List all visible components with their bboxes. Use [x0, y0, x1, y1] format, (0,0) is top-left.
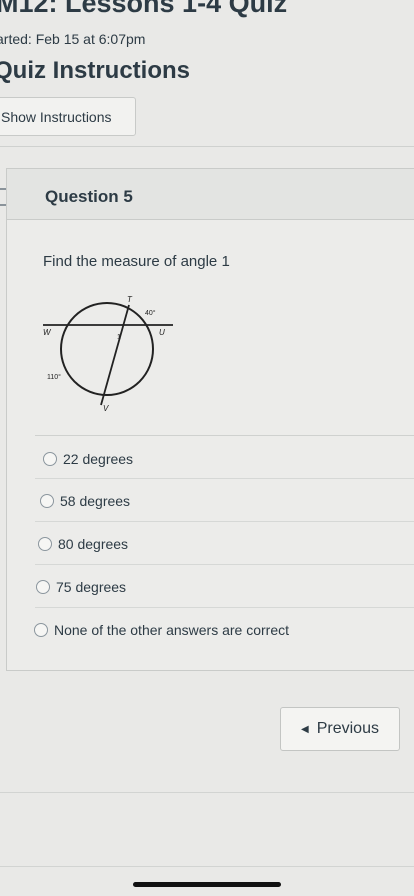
answer-label: 80 degrees: [58, 536, 129, 552]
divider: [0, 792, 414, 793]
question-title: Question 5: [45, 187, 133, 206]
answer-option-2[interactable]: 58 degrees: [35, 479, 414, 522]
angle-1-label: 1: [117, 334, 121, 341]
divider: [0, 866, 414, 867]
answer-option-3[interactable]: 80 degrees: [35, 522, 414, 565]
radio-button[interactable]: [38, 537, 52, 551]
point-w-label: W: [43, 328, 52, 337]
answer-label: 22 degrees: [63, 451, 134, 467]
point-v-label: V: [103, 404, 109, 413]
show-instructions-button[interactable]: Show Instructions: [0, 97, 136, 136]
answer-label: 58 degrees: [60, 493, 131, 509]
answer-option-4[interactable]: 75 degrees: [35, 565, 414, 608]
arc-left-label: 110°: [47, 373, 61, 381]
answer-label: 75 degrees: [56, 579, 127, 595]
chord-tv: [100, 304, 130, 406]
circle-diagram: T 40° W U 1 110° V: [43, 295, 173, 413]
home-indicator: [133, 882, 281, 887]
question-card: Question 5 Find the measure of angle 1 T…: [6, 168, 414, 671]
answer-option-1[interactable]: 22 degrees: [35, 436, 414, 479]
radio-button[interactable]: [34, 623, 48, 637]
point-u-label: U: [159, 328, 165, 337]
answer-option-5[interactable]: None of the other answers are correct: [34, 608, 414, 650]
divider: [0, 146, 414, 147]
radio-button[interactable]: [43, 452, 57, 466]
quiz-instructions-heading: Quiz Instructions: [0, 57, 191, 84]
answer-label: None of the other answers are correct: [54, 622, 290, 638]
question-prompt: Find the measure of angle 1: [43, 253, 230, 270]
radio-button[interactable]: [40, 494, 54, 508]
radio-button[interactable]: [36, 580, 50, 594]
started-timestamp: arted: Feb 15 at 6:07pm: [0, 31, 146, 47]
chevron-left-icon: ◀: [301, 723, 309, 735]
previous-button[interactable]: ◀ Previous: [280, 707, 400, 751]
previous-label: Previous: [316, 720, 379, 737]
page-title: M12: Lessons 1-4 Quiz: [0, 0, 288, 18]
point-t-label: T: [127, 295, 133, 304]
arc-top-label: 40°: [145, 309, 156, 317]
question-header: Question 5: [7, 169, 414, 220]
